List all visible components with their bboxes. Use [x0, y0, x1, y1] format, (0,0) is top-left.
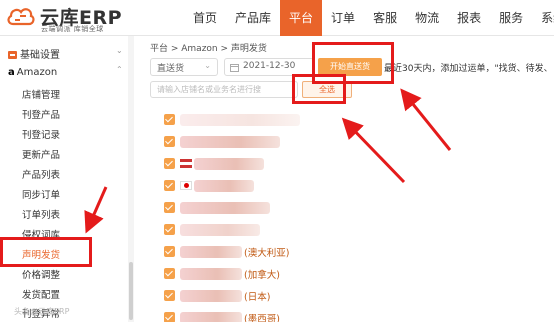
checkbox[interactable] — [164, 158, 175, 169]
shipment-type-select[interactable]: 直送货 ⌄ — [150, 58, 218, 76]
sidebar-item-shipping-config[interactable]: 发货配置 — [22, 287, 60, 301]
sidebar-group-basic-settings[interactable]: 基础设置 — [8, 46, 60, 61]
nav-system[interactable]: 系统 — [532, 0, 554, 36]
sidebar-item-order-list[interactable]: 订单列表 — [22, 207, 60, 221]
store-label: (日本) — [244, 292, 271, 303]
blurred-store-name — [194, 158, 264, 170]
checkbox[interactable] — [164, 180, 175, 191]
nav-logistics[interactable]: 物流 — [406, 0, 448, 36]
blurred-store-name — [180, 224, 260, 236]
chevron-down-icon: ⌄ — [204, 61, 211, 70]
flag-icon — [180, 181, 192, 190]
top-bar: 云库ERP 云端调派 库销全球 首页 产品库 平台 订单 客服 物流 报表 服务… — [0, 0, 554, 36]
checkbox[interactable] — [164, 268, 175, 279]
search-input[interactable] — [150, 81, 298, 98]
sidebar-item-sync-orders[interactable]: 同步订单 — [22, 187, 60, 201]
nav-reports[interactable]: 报表 — [448, 0, 490, 36]
nav-orders[interactable]: 订单 — [322, 0, 364, 36]
cloud-logo-icon — [7, 8, 35, 26]
watermark: 头条@云库ERP — [14, 307, 70, 316]
highlight-box-select-all — [292, 74, 346, 104]
blurred-store-name — [180, 246, 242, 258]
sidebar: 基础设置 ⌄ a Amazon ⌃ 店铺管理 刊登产品 刊登记录 更新产品 产品列… — [0, 36, 134, 322]
amazon-icon: a — [8, 67, 15, 78]
nav-services[interactable]: 服务 — [490, 0, 532, 36]
app-window: 云库ERP 云端调派 库销全球 首页 产品库 平台 订单 客服 物流 报表 服务… — [0, 0, 554, 322]
logo-subtitle: 云端调派 库销全球 — [41, 25, 104, 33]
nav-home[interactable]: 首页 — [184, 0, 226, 36]
nav-product-library[interactable]: 产品库 — [226, 0, 280, 36]
sidebar-item-publish-records[interactable]: 刊登记录 — [22, 127, 60, 141]
checkbox[interactable] — [164, 114, 175, 125]
sidebar-item-publish-product[interactable]: 刊登产品 — [22, 107, 60, 121]
blurred-store-name — [180, 136, 280, 148]
blurred-store-name — [180, 114, 300, 126]
highlight-box-sidebar-item — [0, 237, 92, 267]
flag-icon — [180, 159, 192, 168]
blurred-store-name — [180, 268, 242, 280]
store-label: (墨西哥) — [244, 314, 280, 322]
checkbox[interactable] — [164, 224, 175, 235]
gear-icon — [8, 51, 17, 59]
chevron-up-icon[interactable]: ⌃ — [116, 65, 123, 74]
sidebar-item-price-adjust[interactable]: 价格调整 — [22, 267, 60, 281]
calendar-icon — [230, 64, 239, 72]
chevron-down-icon[interactable]: ⌄ — [116, 46, 123, 55]
checkbox[interactable] — [164, 290, 175, 301]
sidebar-item-store-management[interactable]: 店铺管理 — [22, 87, 60, 101]
sidebar-item-update-product[interactable]: 更新产品 — [22, 147, 60, 161]
store-label: (澳大利亚) — [244, 248, 290, 259]
sidebar-group-amazon[interactable]: a Amazon — [8, 67, 57, 78]
scrollbar-thumb[interactable] — [129, 262, 133, 320]
store-label: (加拿大) — [244, 270, 280, 281]
checkbox[interactable] — [164, 202, 175, 213]
sidebar-group-label: 基础设置 — [20, 50, 60, 61]
checkbox[interactable] — [164, 136, 175, 147]
filter-hint: 最近30天内，添加过运单，"找货、待发、 — [384, 64, 553, 74]
checkbox[interactable] — [164, 246, 175, 257]
checkbox[interactable] — [164, 312, 175, 322]
breadcrumb: 平台 > Amazon > 声明发货 — [150, 44, 267, 54]
blurred-store-name — [180, 202, 270, 214]
blurred-store-name — [180, 290, 242, 302]
nav-platform[interactable]: 平台 — [280, 0, 323, 36]
sidebar-group-label: Amazon — [16, 67, 58, 78]
nav-customer-service[interactable]: 客服 — [364, 0, 406, 36]
logo: 云库ERP 云端调派 库销全球 — [6, 4, 156, 33]
blurred-store-name — [194, 180, 254, 192]
sidebar-item-product-list[interactable]: 产品列表 — [22, 167, 60, 181]
select-value: 直送货 — [157, 64, 185, 74]
date-value: 2021-12-30 — [243, 61, 296, 71]
blurred-store-name — [180, 312, 242, 322]
sidebar-scrollbar[interactable] — [128, 36, 134, 322]
main-nav: 首页 产品库 平台 订单 客服 物流 报表 服务 系统 — [184, 0, 554, 36]
